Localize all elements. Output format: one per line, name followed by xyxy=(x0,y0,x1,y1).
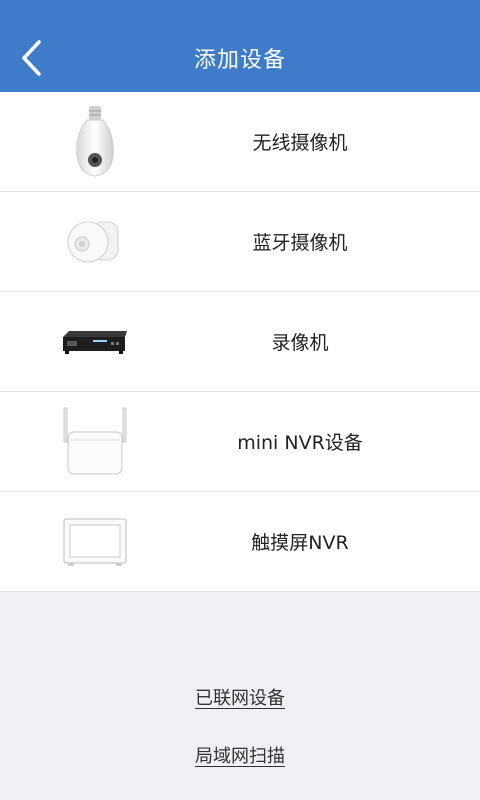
dvr-recorder-icon xyxy=(0,292,190,391)
mini-nvr-icon xyxy=(0,392,190,491)
device-option-label: 触摸屏NVR xyxy=(251,532,349,554)
device-option-label: 录像机 xyxy=(271,332,329,354)
device-option-bluetooth-camera[interactable]: 蓝牙摄像机 xyxy=(0,192,480,292)
device-option-label: mini NVR设备 xyxy=(237,432,363,454)
status-bar xyxy=(0,0,480,24)
app-header: 添加设备 xyxy=(0,24,480,92)
device-option-recorder[interactable]: 录像机 xyxy=(0,292,480,392)
bluetooth-camera-icon xyxy=(0,192,190,291)
device-option-mini-nvr[interactable]: mini NVR设备 xyxy=(0,392,480,492)
device-option-touchscreen-nvr[interactable]: 触摸屏NVR xyxy=(0,492,480,592)
device-type-list: 无线摄像机 蓝牙摄像机 录像机 mini NVR设备 触摸屏NVR xyxy=(0,92,480,592)
page-title: 添加设备 xyxy=(193,48,286,73)
device-option-label: 无线摄像机 xyxy=(252,132,348,154)
connected-devices-link[interactable]: 已联网设备 xyxy=(0,684,480,710)
lan-scan-link[interactable]: 局域网扫描 xyxy=(0,742,480,768)
touchscreen-nvr-icon xyxy=(0,492,190,591)
device-option-wireless-camera[interactable]: 无线摄像机 xyxy=(0,92,480,192)
bulb-camera-icon xyxy=(0,92,190,191)
device-option-label: 蓝牙摄像机 xyxy=(252,232,348,254)
